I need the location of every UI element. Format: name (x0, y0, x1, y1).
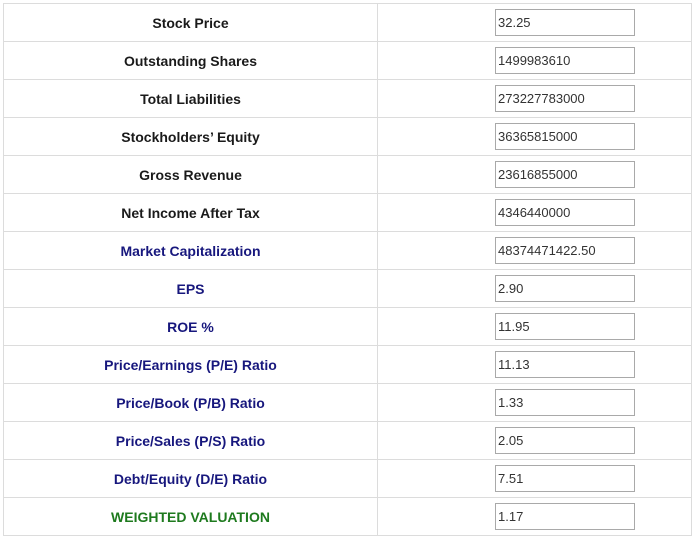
roe-label: ROE % (3, 307, 378, 346)
table-row-stockholders-equity: Stockholders’ Equity (3, 117, 692, 156)
net-income-label: Net Income After Tax (3, 193, 378, 232)
table-row-pe-ratio: Price/Earnings (P/E) Ratio (3, 345, 692, 384)
pb-ratio-output[interactable] (495, 389, 635, 416)
stockholders-equity-label: Stockholders’ Equity (3, 117, 378, 156)
table-row-weighted-valuation: WEIGHTED VALUATION (3, 497, 692, 536)
market-cap-label: Market Capitalization (3, 231, 378, 270)
table-row-ps-ratio: Price/Sales (P/S) Ratio (3, 421, 692, 460)
valuation-calculator-table: Stock Price Outstanding Shares Total Lia… (3, 3, 692, 536)
gross-revenue-input[interactable] (495, 161, 635, 188)
weighted-valuation-output[interactable] (495, 503, 635, 530)
market-cap-output[interactable] (495, 237, 635, 264)
table-row-outstanding-shares: Outstanding Shares (3, 41, 692, 80)
table-row-eps: EPS (3, 269, 692, 308)
roe-output[interactable] (495, 313, 635, 340)
stockholders-equity-input[interactable] (495, 123, 635, 150)
table-row-total-liabilities: Total Liabilities (3, 79, 692, 118)
table-row-net-income: Net Income After Tax (3, 193, 692, 232)
ps-ratio-output[interactable] (495, 427, 635, 454)
table-row-roe: ROE % (3, 307, 692, 346)
net-income-input[interactable] (495, 199, 635, 226)
total-liabilities-input[interactable] (495, 85, 635, 112)
weighted-valuation-label: WEIGHTED VALUATION (3, 497, 378, 536)
table-row-stock-price: Stock Price (3, 3, 692, 42)
pb-ratio-label: Price/Book (P/B) Ratio (3, 383, 378, 422)
eps-output[interactable] (495, 275, 635, 302)
gross-revenue-label: Gross Revenue (3, 155, 378, 194)
ps-ratio-label: Price/Sales (P/S) Ratio (3, 421, 378, 460)
de-ratio-output[interactable] (495, 465, 635, 492)
table-row-pb-ratio: Price/Book (P/B) Ratio (3, 383, 692, 422)
pe-ratio-label: Price/Earnings (P/E) Ratio (3, 345, 378, 384)
pe-ratio-output[interactable] (495, 351, 635, 378)
stock-price-label: Stock Price (3, 3, 378, 42)
eps-label: EPS (3, 269, 378, 308)
stock-price-input[interactable] (495, 9, 635, 36)
table-row-market-cap: Market Capitalization (3, 231, 692, 270)
outstanding-shares-input[interactable] (495, 47, 635, 74)
total-liabilities-label: Total Liabilities (3, 79, 378, 118)
table-row-de-ratio: Debt/Equity (D/E) Ratio (3, 459, 692, 498)
table-row-gross-revenue: Gross Revenue (3, 155, 692, 194)
outstanding-shares-label: Outstanding Shares (3, 41, 378, 80)
de-ratio-label: Debt/Equity (D/E) Ratio (3, 459, 378, 498)
